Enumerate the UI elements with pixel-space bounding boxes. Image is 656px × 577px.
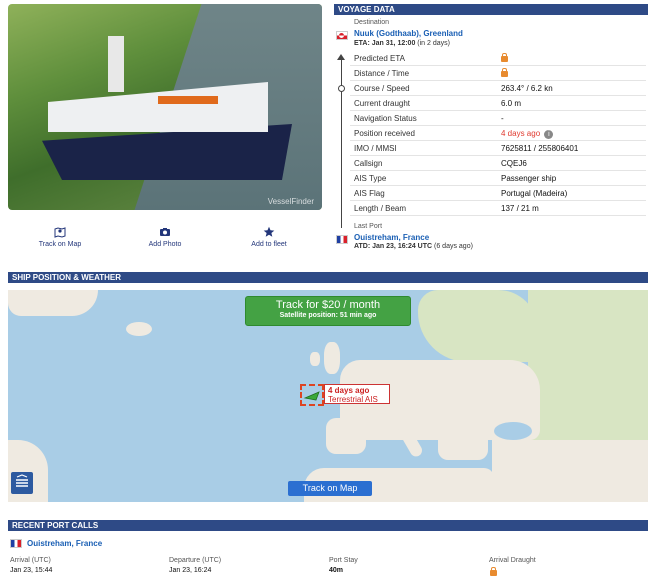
map-land bbox=[8, 290, 98, 316]
length-beam-row: Length / Beam 137 / 21 m bbox=[350, 201, 646, 216]
track-promo-button[interactable]: Track for $20 / month Satellite position… bbox=[245, 296, 411, 326]
ship-position-header: SHIP POSITION & WEATHER bbox=[8, 272, 648, 283]
arrival-value: Jan 23, 15:44 bbox=[10, 567, 53, 574]
map-marker-icon bbox=[54, 227, 66, 238]
ship-age: 4 days ago bbox=[328, 386, 370, 395]
ais-flag-row: AIS Flag Portugal (Madeira) bbox=[350, 186, 646, 201]
timeline-arrow-icon bbox=[337, 54, 345, 60]
promo-subtitle: Satellite position: 51 min ago bbox=[279, 312, 377, 319]
ship-photo[interactable]: VesselFinder bbox=[8, 4, 322, 210]
track-on-map-link[interactable]: Track on Map bbox=[20, 226, 100, 248]
arrival-label: Arrival (UTC) bbox=[10, 557, 51, 564]
port-stay-label: Port Stay bbox=[329, 557, 358, 564]
eta-relative: (in 2 days) bbox=[417, 40, 450, 47]
lock-icon[interactable] bbox=[501, 66, 508, 81]
row-key: AIS Type bbox=[354, 174, 387, 183]
add-photo-label: Add Photo bbox=[148, 241, 182, 248]
position-received-row: Position received 4 days ago i bbox=[350, 126, 646, 141]
row-key: Course / Speed bbox=[354, 84, 410, 93]
promo-title: Track for $20 / month bbox=[275, 299, 381, 311]
current-draught-row: Current draught 6.0 m bbox=[350, 96, 646, 111]
map-land bbox=[310, 352, 320, 366]
atd-value: ATD: Jan 23, 16:24 UTC bbox=[354, 243, 433, 250]
eta-value: ETA: Jan 31, 12:00 bbox=[354, 40, 416, 47]
camera-icon bbox=[160, 228, 170, 236]
row-key: Distance / Time bbox=[354, 69, 410, 78]
ship-source: Terrestrial AIS bbox=[328, 395, 378, 404]
destination-label: Destination bbox=[354, 19, 390, 26]
row-value: Passenger ship bbox=[501, 174, 557, 183]
row-key: Current draught bbox=[354, 99, 411, 108]
distance-time-row: Distance / Time bbox=[350, 66, 646, 81]
departure-label: Departure (UTC) bbox=[169, 557, 222, 564]
row-value: 6.0 m bbox=[501, 99, 522, 108]
info-icon[interactable]: i bbox=[544, 130, 554, 139]
atd-text: ATD: Jan 23, 16:24 UTC (6 days ago) bbox=[354, 243, 473, 250]
france-flag-icon bbox=[10, 539, 22, 548]
row-key: Position received bbox=[354, 129, 415, 138]
arrival-draught-label: Arrival Draught bbox=[489, 557, 536, 564]
row-key: IMO / MMSI bbox=[354, 144, 397, 153]
departure-value: Jan 23, 16:24 bbox=[169, 567, 212, 574]
last-port-link[interactable]: Ouistreham, France bbox=[354, 233, 429, 242]
row-key: AIS Flag bbox=[354, 189, 385, 198]
ship-icon bbox=[303, 391, 320, 401]
destination-port-link[interactable]: Nuuk (Godthaab), Greenland bbox=[354, 29, 463, 38]
row-value: 263.4° / 6.2 kn bbox=[501, 84, 553, 93]
add-to-fleet-label: Add to fleet bbox=[251, 241, 287, 248]
recent-port-link[interactable]: Ouistreham, France bbox=[27, 539, 102, 548]
photo-watermark: VesselFinder bbox=[267, 197, 314, 206]
map-land bbox=[324, 342, 340, 374]
greenland-flag-icon bbox=[336, 31, 348, 40]
map-land bbox=[492, 440, 648, 502]
map-land bbox=[438, 420, 488, 460]
callsign-row: Callsign CQEJ6 bbox=[350, 156, 646, 171]
track-on-map-button[interactable]: Track on Map bbox=[288, 481, 372, 496]
row-key: Length / Beam bbox=[354, 204, 407, 213]
row-value: CQEJ6 bbox=[501, 159, 527, 168]
map-land bbox=[528, 290, 648, 440]
row-key: Navigation Status bbox=[354, 114, 417, 123]
row-value: 7625811 / 255806401 bbox=[501, 144, 579, 153]
ship-position-marker-icon bbox=[338, 85, 345, 92]
lock-icon[interactable] bbox=[501, 51, 508, 66]
row-key: Callsign bbox=[354, 159, 383, 168]
row-value: - bbox=[501, 114, 504, 123]
port-stay-value: 40m bbox=[329, 567, 344, 574]
add-photo-link[interactable]: Add Photo bbox=[125, 226, 205, 248]
atd-relative: (6 days ago) bbox=[434, 243, 473, 250]
row-key: Predicted ETA bbox=[354, 54, 405, 63]
predicted-eta-row: Predicted ETA bbox=[350, 51, 646, 66]
ship-mast bbox=[108, 36, 124, 92]
imo-mmsi-row: IMO / MMSI 7625811 / 255806401 bbox=[350, 141, 646, 156]
star-icon bbox=[263, 226, 275, 237]
ais-type-row: AIS Type Passenger ship bbox=[350, 171, 646, 186]
eta-text: ETA: Jan 31, 12:00 (in 2 days) bbox=[354, 40, 450, 47]
map-sea bbox=[494, 422, 532, 440]
ship-selection-box[interactable] bbox=[300, 384, 324, 406]
row-value: Portugal (Madeira) bbox=[501, 189, 568, 198]
ship-position-map[interactable]: Track for $20 / month Satellite position… bbox=[8, 290, 648, 502]
map-land bbox=[126, 322, 152, 336]
map-land bbox=[326, 418, 366, 454]
weather-layer-icon[interactable] bbox=[11, 472, 33, 494]
add-to-fleet-link[interactable]: Add to fleet bbox=[229, 226, 309, 248]
ship-position-tooltip: 4 days ago Terrestrial AIS bbox=[324, 384, 390, 404]
map-land bbox=[418, 290, 538, 362]
france-flag-icon bbox=[336, 235, 348, 244]
ship-superstructure bbox=[48, 82, 268, 132]
voyage-timeline-line bbox=[341, 56, 342, 228]
track-on-map-label: Track on Map bbox=[38, 241, 82, 248]
course-speed-row: Course / Speed 263.4° / 6.2 kn bbox=[350, 81, 646, 96]
row-value: 137 / 21 m bbox=[501, 204, 539, 213]
position-age-value: 4 days ago i bbox=[501, 126, 554, 141]
recent-port-calls-header: RECENT PORT CALLS bbox=[8, 520, 648, 531]
voyage-data-header: VOYAGE DATA bbox=[334, 4, 648, 15]
lifeboats bbox=[158, 96, 218, 104]
navigation-status-row: Navigation Status - bbox=[350, 111, 646, 126]
last-port-label: Last Port bbox=[354, 223, 383, 230]
